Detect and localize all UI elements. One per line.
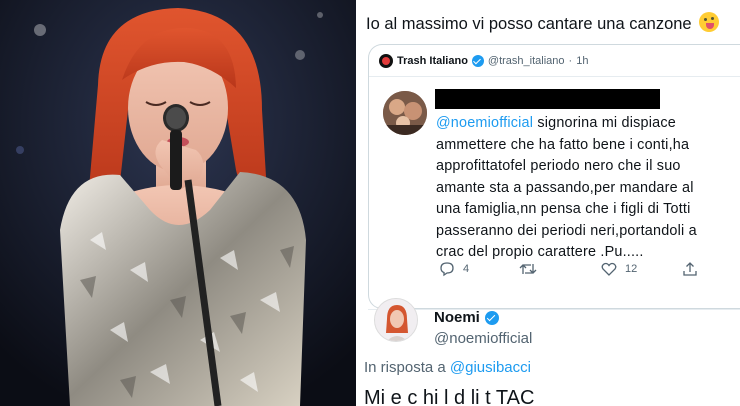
post-text-content: Io al massimo vi posso cantare una canzo… [366, 15, 692, 33]
quoted-account-name[interactable]: Trash Italiano [397, 55, 468, 67]
retweet-action[interactable] [519, 261, 545, 277]
singer-photo [0, 0, 356, 406]
quoted-separator: · [568, 55, 573, 67]
in-reply-mention[interactable]: @giusibacci [450, 359, 531, 376]
verified-badge-icon [471, 55, 484, 67]
quoted-tweet-card[interactable]: Trash Italiano @trash_italiano · 1h @noe… [368, 44, 740, 309]
reply-line-1: @noemiofficial signorina mi dispiace [436, 113, 697, 135]
card-separator [368, 309, 740, 310]
reply-text: @noemiofficial signorina mi dispiace amm… [436, 113, 697, 264]
quoted-divider [369, 76, 740, 77]
reply-action[interactable]: 4 [439, 261, 469, 277]
redacted-username-bar [435, 89, 660, 109]
winking-tongue-emoji-icon [699, 12, 720, 32]
reply-line-3: approfittatofel periodo nero che il suo [436, 158, 681, 174]
reply-mention-link[interactable]: @noemiofficial [436, 115, 533, 131]
reply-line-5: una famiglia,nn pensa che i figli di Tot… [436, 201, 691, 217]
noemi-avatar[interactable] [374, 298, 418, 342]
retweet-icon [519, 264, 537, 274]
quoted-account-avatar[interactable] [379, 54, 393, 68]
noemi-handle[interactable]: @noemiofficial [434, 330, 532, 347]
reply-line-6: passeranno dei periodi neri,portandoli a [436, 222, 697, 239]
like-count: 12 [625, 263, 638, 275]
quoted-tweet-header: Trash Italiano @trash_italiano · 1h [379, 54, 588, 68]
reply-avatar-image [383, 91, 427, 135]
reply-line-4: amante sta a passando,per mandare al [436, 179, 694, 196]
share-icon [683, 262, 697, 276]
reply-author-avatar[interactable] [383, 91, 427, 135]
noemi-display-name[interactable]: Noemi [434, 309, 499, 326]
heart-icon [601, 262, 617, 276]
tweet-actions: 4 12 [439, 261, 709, 277]
singer-photo-illustration [0, 0, 356, 406]
quoted-age: 1h [576, 55, 589, 67]
reply-line-2: ammettere che ha fatto bene i conti,ha [436, 136, 690, 153]
in-reply-prefix: In risposta a [364, 359, 446, 376]
noemi-avatar-image [375, 299, 417, 341]
noemi-verified-badge-icon [484, 310, 499, 325]
noemi-name-text: Noemi [434, 309, 480, 326]
tweet-panel: Io al massimo vi posso cantare una canzo… [360, 0, 740, 406]
post-text: Io al massimo vi posso cantare una canzo… [366, 12, 720, 34]
quoted-account-handle[interactable]: @trash_italiano [488, 55, 565, 67]
in-reply-to: In risposta a @giusibacci [364, 359, 531, 376]
reply-line-1-rest: signorina mi dispiace [533, 115, 676, 131]
like-action[interactable]: 12 [601, 261, 637, 277]
response-text-cut: Mi e c hi l d li t TAC [364, 387, 535, 406]
comment-icon [440, 262, 454, 277]
share-action[interactable] [682, 261, 698, 277]
reply-count: 4 [463, 263, 470, 275]
